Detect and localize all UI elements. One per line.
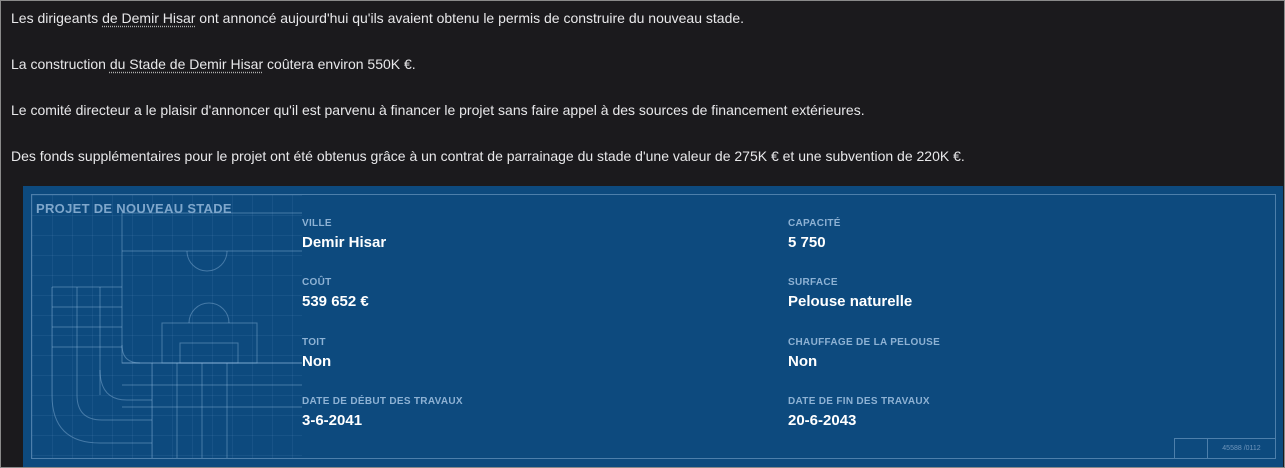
capacity-field: CAPACITÉ 5 750 (788, 218, 841, 252)
cost-value: 539 652 € (302, 293, 369, 310)
surface-label: SURFACE (788, 277, 838, 288)
start-date-field: DATE DE DÉBUT DES TRAVAUX 3-6-2041 (302, 396, 463, 430)
news-paragraph: La construction du Stade de Demir Hisar … (11, 54, 1274, 100)
news-text: ont annoncé aujourd'hui qu'ils avaient o… (195, 10, 745, 26)
city-label: VILLE (302, 218, 332, 229)
pitch-heating-value: Non (788, 353, 818, 370)
news-paragraph: Le comité directeur a le plaisir d'annon… (11, 102, 865, 118)
surface-value: Pelouse naturelle (788, 293, 913, 310)
cost-label: COÛT (302, 277, 332, 288)
stadium-blueprint-image (51, 212, 302, 458)
city-value: Demir Hisar (302, 234, 387, 251)
end-date-label: DATE DE FIN DES TRAVAUX (788, 396, 930, 407)
stadium-project-card: PROJET DE NOUVEAU STADE VILLE Demir Hisa… (31, 194, 1276, 459)
capacity-label: CAPACITÉ (788, 218, 841, 229)
reference-blank-cell (1175, 439, 1208, 458)
blueprint-reference-box: 45588 /0112 (1174, 438, 1275, 458)
pitch-heating-field: CHAUFFAGE DE LA PELOUSE Non (788, 337, 940, 371)
roof-field: TOIT Non (302, 337, 331, 371)
end-date-value: 20-6-2043 (788, 412, 857, 429)
news-frame: Les dirigeants de Demir Hisar ont annonc… (0, 0, 1285, 468)
club-link[interactable]: de Demir Hisar (102, 10, 195, 26)
news-text: coûtera environ 550K €. (263, 56, 416, 72)
start-date-label: DATE DE DÉBUT DES TRAVAUX (302, 396, 463, 407)
news-article: Les dirigeants de Demir Hisar ont annonc… (11, 8, 1274, 192)
surface-field: SURFACE Pelouse naturelle (788, 277, 912, 311)
cost-field: COÛT 539 652 € (302, 277, 369, 311)
capacity-value: 5 750 (788, 234, 826, 251)
news-text: La construction (11, 56, 110, 72)
stadium-project-panel: PROJET DE NOUVEAU STADE VILLE Demir Hisa… (23, 186, 1283, 467)
roof-label: TOIT (302, 337, 326, 348)
start-date-value: 3-6-2041 (302, 412, 363, 429)
end-date-field: DATE DE FIN DES TRAVAUX 20-6-2043 (788, 396, 930, 430)
city-field: VILLE Demir Hisar (302, 218, 386, 252)
roof-value: Non (302, 353, 332, 370)
stadium-link[interactable]: du Stade de Demir Hisar (110, 56, 263, 72)
blueprint-reference: 45588 /0112 (1222, 445, 1261, 452)
panel-title: PROJET DE NOUVEAU STADE (36, 201, 232, 216)
pitch-heating-label: CHAUFFAGE DE LA PELOUSE (788, 337, 941, 348)
news-text: Les dirigeants (11, 10, 103, 26)
news-paragraph: Les dirigeants de Demir Hisar ont annonc… (11, 8, 1274, 54)
